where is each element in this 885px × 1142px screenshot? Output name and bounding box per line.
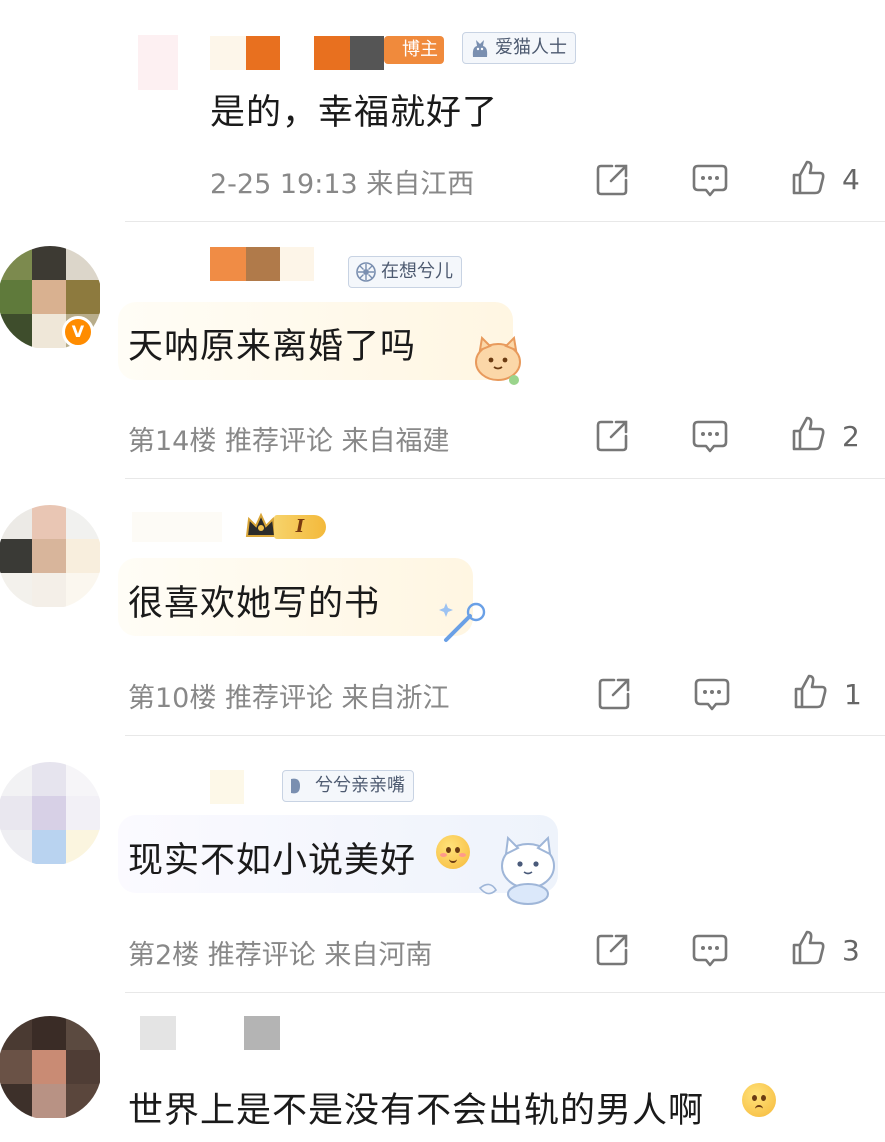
thumbs-up-icon[interactable] bbox=[788, 158, 828, 198]
magic-wand-sticker-icon bbox=[439, 602, 486, 642]
thinking-emoji-icon bbox=[742, 1083, 776, 1117]
comment-meta: 2-25 19:13 来自江西 bbox=[210, 169, 475, 200]
share-icon[interactable] bbox=[592, 160, 632, 200]
thumbs-up-icon[interactable] bbox=[788, 928, 828, 968]
comment-meta: 第2楼 推荐评论 来自河南 bbox=[128, 940, 433, 971]
comment-icon[interactable] bbox=[690, 930, 730, 970]
comment-meta: 第14楼 推荐评论 来自福建 bbox=[128, 426, 450, 457]
fan-medal[interactable]: 爱猫人士 bbox=[462, 32, 576, 64]
divider bbox=[125, 221, 885, 222]
comment-icon[interactable] bbox=[692, 674, 732, 714]
avatar[interactable] bbox=[0, 762, 102, 866]
comment-icon[interactable] bbox=[690, 160, 730, 200]
comment-text: 很喜欢她写的书 bbox=[128, 584, 381, 624]
cat-sticker-icon bbox=[475, 335, 521, 385]
avatar[interactable] bbox=[138, 35, 178, 90]
share-icon[interactable] bbox=[594, 674, 634, 714]
fan-medal[interactable]: 在想兮儿 bbox=[348, 256, 462, 288]
kitten-sticker-icon bbox=[478, 835, 555, 905]
thumbs-up-icon[interactable] bbox=[790, 672, 830, 712]
like-count: 4 bbox=[842, 163, 860, 196]
thumbs-up-icon[interactable] bbox=[788, 414, 828, 454]
crown-icon bbox=[245, 512, 277, 537]
share-icon[interactable] bbox=[592, 416, 632, 456]
cat-icon bbox=[472, 40, 488, 57]
level-label: I bbox=[274, 515, 326, 539]
like-count: 3 bbox=[842, 934, 860, 967]
verified-badge: V bbox=[62, 316, 94, 348]
comment-text: 世界上是不是没有不会出轨的男人啊 bbox=[128, 1091, 705, 1131]
smile-emoji-icon bbox=[436, 835, 470, 869]
user-level-badge[interactable]: I bbox=[244, 510, 334, 542]
comment-text: 天呐原来离婚了吗 bbox=[128, 327, 417, 367]
comment-icon[interactable] bbox=[690, 416, 730, 456]
medal-label: 爱猫人士 bbox=[495, 37, 567, 58]
divider bbox=[125, 992, 885, 993]
comment-text: 是的，幸福就好了 bbox=[210, 93, 499, 133]
comment-meta: 第10楼 推荐评论 来自浙江 bbox=[128, 683, 450, 714]
medal-label: 在想兮儿 bbox=[381, 261, 453, 282]
avatar[interactable] bbox=[0, 505, 102, 609]
divider bbox=[125, 735, 885, 736]
ribbon-icon bbox=[291, 778, 300, 794]
share-icon[interactable] bbox=[592, 930, 632, 970]
fan-medal[interactable]: 兮兮亲亲嘴 bbox=[282, 770, 414, 802]
author-badge: 博主 bbox=[402, 39, 438, 60]
like-count: 2 bbox=[842, 420, 860, 453]
flower-icon bbox=[356, 262, 376, 282]
medal-label: 兮兮亲亲嘴 bbox=[315, 775, 405, 796]
comment-text: 现实不如小说美好 bbox=[128, 841, 417, 881]
avatar[interactable] bbox=[0, 1016, 102, 1120]
like-count: 1 bbox=[844, 678, 862, 711]
divider bbox=[125, 478, 885, 479]
